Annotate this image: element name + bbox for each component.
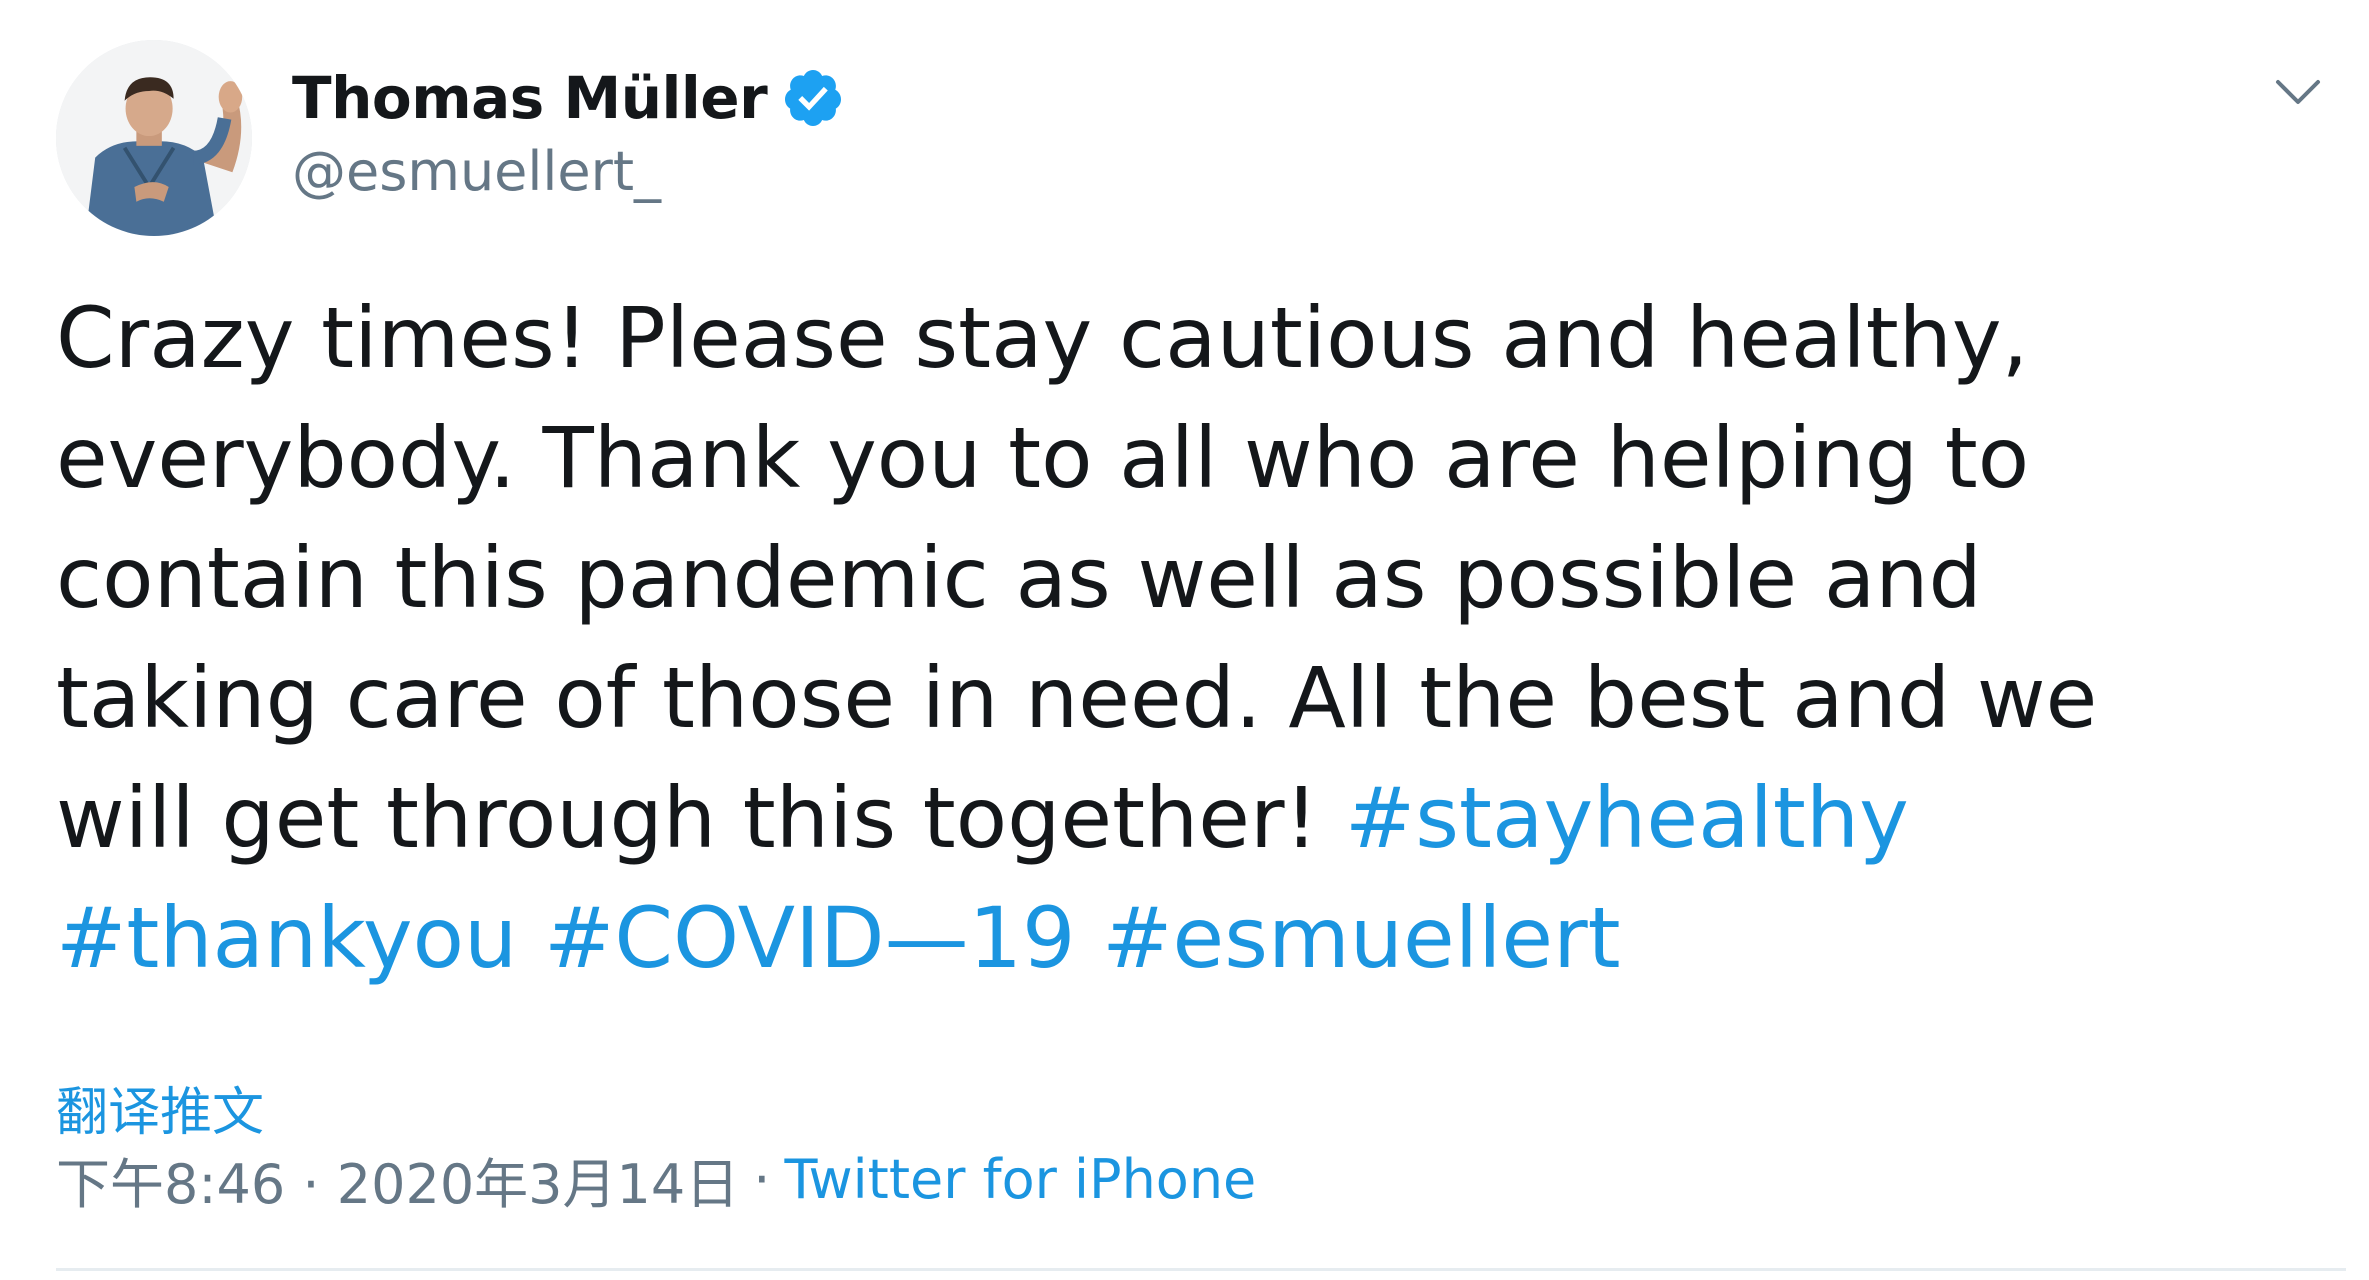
hashtag-link[interactable]: #thankyou [56, 889, 517, 987]
translate-tweet-link[interactable]: 翻译推文 [56, 1070, 264, 1145]
meta-separator: · [753, 1148, 771, 1211]
display-name[interactable]: Thomas Müller [292, 64, 768, 132]
tweet-text-line: contain this pandemic as well as possibl… [56, 529, 1982, 627]
avatar-photo [56, 40, 252, 236]
tweet-meta: 下午8:46 · 2020年3月14日 · Twitter for iPhone [56, 1140, 1256, 1219]
author-handle[interactable]: @esmuellert_ [292, 140, 661, 203]
divider [56, 1268, 2346, 1271]
tweet-text: Crazy times! Please stay cautious and he… [56, 278, 2296, 998]
tweet-card: Thomas Müller @esmuellert_ Crazy times! … [0, 0, 2369, 1280]
tweet-text-line: everybody. Thank you to all who are help… [56, 409, 2030, 507]
timestamp-link[interactable]: 下午8:46 · 2020年3月14日 [56, 1140, 739, 1219]
hashtag-link[interactable]: #esmuellert [1102, 889, 1620, 987]
verified-badge-icon [781, 66, 845, 130]
hashtag-link[interactable]: #stayhealthy [1345, 769, 1909, 867]
tweet-text-segment: will get through this together! [56, 769, 1319, 867]
author-name-row[interactable]: Thomas Müller [292, 58, 845, 138]
chevron-down-icon[interactable] [2268, 62, 2328, 122]
source-link[interactable]: Twitter for iPhone [784, 1148, 1256, 1211]
hashtag-line: #thankyou #COVID—19 #esmuellert [56, 878, 2296, 998]
hashtag-link[interactable]: #COVID—19 [544, 889, 1075, 987]
avatar[interactable] [56, 40, 252, 236]
tweet-text-line: Crazy times! Please stay cautious and he… [56, 289, 2029, 387]
tweet-text-line: taking care of those in need. All the be… [56, 649, 2098, 747]
tweet-text-line-with-hashtag: will get through this together! #stayhea… [56, 758, 2296, 878]
